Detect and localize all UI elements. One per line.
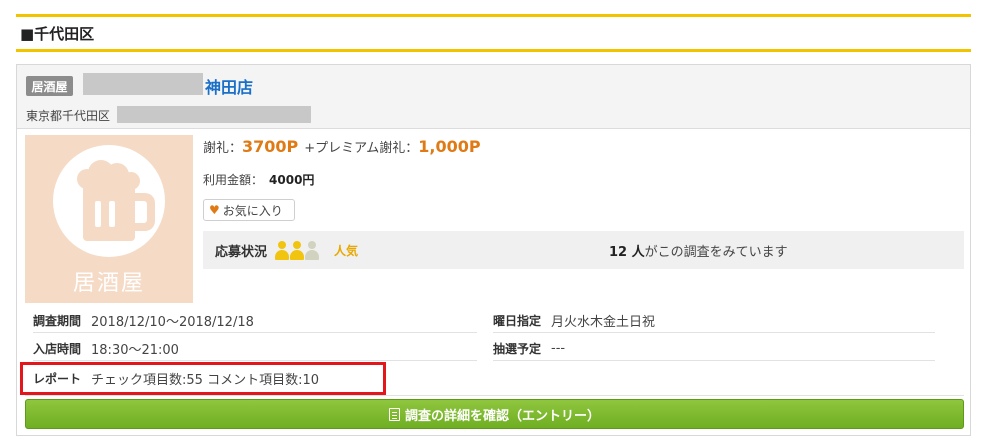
redacted-address (117, 106, 311, 123)
usage-amount-label: 利用金額： (203, 173, 264, 187)
favorite-label: お気に入り (222, 203, 283, 218)
lottery-row: 抽選予定 --- (493, 337, 935, 361)
survey-period-row: 調査期間 2018/12/10〜2018/12/18 (33, 309, 477, 333)
popularity-label: 人気 (334, 243, 359, 258)
reward-value: 3700P (242, 137, 299, 156)
weekday-row: 曜日指定 月火水木金土日祝 (493, 309, 935, 333)
watchers-text: 12 人がこの調査をみています (609, 241, 788, 260)
section-header: ■千代田区 (16, 14, 971, 52)
usage-amount-row: 利用金額： 4000円 (203, 171, 314, 188)
lottery-label: 抽選予定 (493, 342, 542, 356)
favorite-button[interactable]: ♥ お気に入り (203, 199, 295, 221)
thumbnail-label: 居酒屋 (72, 271, 145, 296)
usage-amount-value: 4000円 (269, 173, 315, 187)
heart-icon: ♥ (209, 203, 220, 217)
reward-label: 謝礼： (203, 141, 243, 156)
shop-thumbnail: 居酒屋 (25, 135, 193, 303)
shop-address: 東京都千代田区 (26, 109, 111, 123)
watch-count: 12 人 (609, 244, 645, 260)
redacted-shop-name (83, 73, 203, 95)
survey-period-value: 2018/12/10〜2018/12/18 (91, 315, 254, 330)
document-icon (388, 407, 400, 421)
genre-badge: 居酒屋 (26, 76, 73, 96)
premium-reward-value: 1,000P (418, 137, 481, 156)
lottery-value: --- (551, 341, 566, 356)
watch-text: がこの調査をみています (644, 244, 788, 260)
status-label: 応募状況 (215, 244, 268, 260)
report-divider (25, 395, 964, 396)
entry-time-label: 入店時間 (33, 342, 82, 356)
entry-time-row: 入店時間 18:30〜21:00 (33, 337, 477, 361)
person-icon (305, 241, 320, 261)
entry-button-label: 調査の詳細を確認（エントリー） (404, 408, 600, 424)
entry-time-value: 18:30〜21:00 (91, 343, 179, 358)
popularity-people-icon (275, 239, 320, 261)
shop-name-link[interactable]: 神田店 (205, 74, 253, 98)
reward-row: 謝礼： 3700P +プレミアム謝礼： 1,000P (203, 137, 487, 156)
weekday-label: 曜日指定 (493, 314, 542, 328)
survey-period-label: 調査期間 (33, 314, 82, 328)
person-icon (290, 241, 305, 261)
report-highlight-box (20, 362, 386, 395)
premium-reward-label: +プレミアム謝礼： (304, 141, 419, 156)
section-title: ■千代田区 (20, 24, 95, 43)
survey-card: 居酒屋 神田店 東京都千代田区 居酒屋 謝礼： 3700P +プレミアム謝礼： … (16, 64, 971, 436)
application-status: 応募状況 人気 12 人がこの調査をみています (203, 231, 964, 269)
entry-details-button[interactable]: 調査の詳細を確認（エントリー） (25, 399, 964, 429)
card-header: 居酒屋 神田店 東京都千代田区 (17, 65, 970, 129)
weekday-value: 月火水木金土日祝 (551, 315, 656, 330)
person-icon (275, 241, 290, 261)
